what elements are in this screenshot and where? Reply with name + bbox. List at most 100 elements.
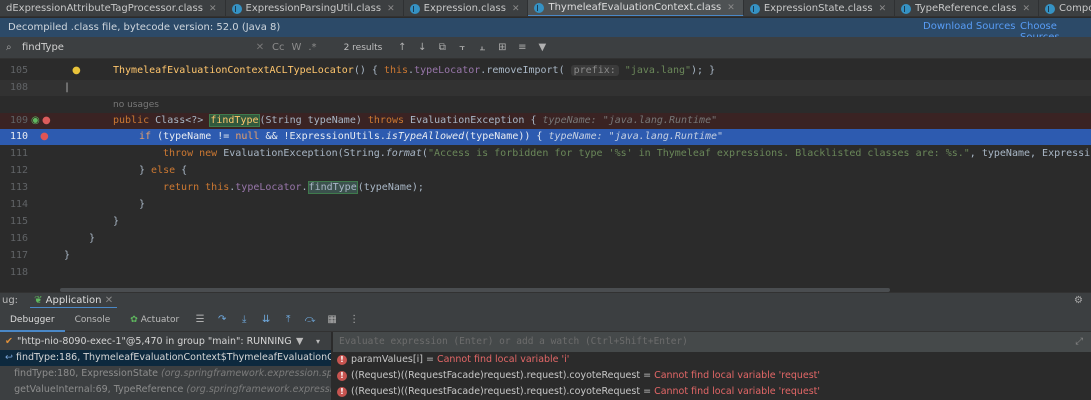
error-icon: !: [337, 355, 347, 365]
code-line: no usages: [0, 97, 1091, 113]
filter-icon[interactable]: ▼: [534, 41, 550, 55]
close-icon[interactable]: ✕: [879, 4, 887, 14]
tab-label: TypeReference.class: [915, 3, 1017, 14]
close-icon[interactable]: ✕: [105, 295, 113, 306]
whole-words-toggle[interactable]: W: [291, 42, 301, 53]
in-selection-icon[interactable]: ≡: [514, 41, 530, 55]
line-number: 110: [9, 131, 28, 142]
tab-label: Expression.class: [423, 3, 506, 14]
actuator-icon: ✿: [130, 314, 138, 325]
line-number: 115: [9, 216, 28, 227]
open-in-window-icon[interactable]: ⧉: [434, 41, 450, 55]
close-icon[interactable]: ✕: [387, 4, 395, 14]
evaluate-expression-icon[interactable]: ▦: [323, 313, 341, 327]
line-number: 108: [9, 82, 28, 93]
select-all-occurrences-icon[interactable]: ⊞: [494, 41, 510, 55]
variables-panel: Evaluate expression (Enter) or add a wat…: [333, 332, 1091, 400]
evaluate-expression-input[interactable]: Evaluate expression (Enter) or add a wat…: [333, 332, 1091, 352]
stack-frame[interactable]: getValueInternal:69, TypeReference (org.…: [0, 382, 331, 398]
line-number: 113: [9, 182, 28, 193]
debug-toolbar: Debugger Console ✿ Actuator ☰ ↷ ⤓ ⇊ ⤒ ⤼ …: [0, 308, 1091, 332]
tab-label: ExpressionState.class: [763, 3, 873, 14]
code-text: if (typeName != null && !ExpressionUtils…: [139, 131, 724, 142]
expand-icon[interactable]: ⤢: [1075, 332, 1083, 352]
force-step-into-icon[interactable]: ⇊: [257, 313, 275, 327]
chevron-down-icon[interactable]: ▾: [316, 337, 320, 346]
line-number: 114: [9, 199, 28, 210]
tab-thymeleaf-evaluation-context[interactable]: ThymeleafEvaluationContext.class ✕: [528, 0, 744, 16]
step-out-icon[interactable]: ⤒: [279, 313, 297, 327]
thread-selector[interactable]: ✔ "http-nio-8090-exec-1"@5,470 in group …: [0, 332, 331, 350]
code-text: } else {: [139, 165, 188, 176]
find-bar: ⌕ findType ✕ Cc W .* 2 results ↑ ↓ ⧉ ⫟ ⫠…: [0, 37, 1091, 59]
stack-frame[interactable]: ↩ findType:186, ThymeleafEvaluationConte…: [0, 350, 331, 366]
code-line: 111 throw new EvaluationException(String…: [0, 146, 1091, 162]
code-line-execution-point: 110 ● if (typeName != null && !Expressio…: [0, 129, 1091, 145]
stack-frame[interactable]: findType:180, ExpressionState (org.sprin…: [0, 366, 331, 382]
code-text: ThymeleafEvaluationContextACLTypeLocator…: [113, 65, 716, 76]
code-line: 113 return this.typeLocator.findType(typ…: [0, 180, 1091, 196]
watch-item[interactable]: ! paramValues[i] = Cannot find local vari…: [333, 352, 1091, 368]
filter-icon[interactable]: ▼: [296, 336, 303, 347]
breakpoint-icon[interactable]: ●: [40, 129, 49, 145]
usages-hint: no usages: [113, 100, 159, 110]
close-icon[interactable]: ✕: [1022, 4, 1030, 14]
code-text: }: [89, 233, 96, 244]
tab-expression[interactable]: Expression.class ✕: [404, 0, 529, 16]
search-icon[interactable]: ⌕: [6, 42, 18, 53]
line-number: 105: [9, 65, 28, 76]
tab-debugger[interactable]: Debugger: [0, 308, 65, 332]
code-line: 116 }: [0, 231, 1091, 247]
close-icon[interactable]: ✕: [727, 3, 735, 13]
code-text: }: [113, 216, 120, 227]
class-icon: [534, 2, 545, 13]
gear-icon[interactable]: ⚙: [1074, 295, 1083, 306]
lightbulb-icon[interactable]: ●: [72, 63, 81, 79]
step-into-icon[interactable]: ⤓: [235, 313, 253, 327]
watch-item[interactable]: ! ((Request)((RequestFacade)request).requ…: [333, 384, 1091, 400]
previous-occurrence-icon[interactable]: ↑: [394, 41, 410, 55]
download-sources-link[interactable]: Download Sources: [923, 21, 1015, 32]
run-to-cursor-icon[interactable]: ⤼: [301, 313, 319, 327]
tab-compound-expression[interactable]: CompoundExpression.class✕: [1039, 0, 1091, 16]
debug-tool-window-header: ug: ❦ Application ✕ ⚙: [0, 292, 1091, 309]
step-over-icon[interactable]: ↷: [213, 313, 231, 327]
code-text: throw new EvaluationException(String.for…: [163, 148, 1091, 159]
close-icon[interactable]: ✕: [512, 4, 520, 14]
remove-occurrence-icon[interactable]: ⫠: [474, 41, 490, 55]
decompiled-message: Decompiled .class file, bytecode version…: [8, 22, 281, 33]
search-input[interactable]: findType: [22, 42, 252, 53]
frames-panel: ✔ "http-nio-8090-exec-1"@5,470 in group …: [0, 332, 332, 400]
more-icon[interactable]: ⋮: [345, 313, 363, 327]
thread-label: "http-nio-8090-exec-1"@5,470 in group "m…: [16, 335, 292, 347]
tab-label: ExpressionParsingUtil.class: [245, 3, 382, 14]
line-number: 118: [9, 267, 28, 278]
watch-item[interactable]: ! ((Request)((RequestFacade)request).requ…: [333, 368, 1091, 384]
tab-console[interactable]: Console: [65, 308, 121, 332]
code-line: 117 }: [0, 248, 1091, 264]
tab-actuator[interactable]: ✿ Actuator: [120, 308, 189, 332]
match-case-toggle[interactable]: Cc: [272, 42, 284, 53]
clear-icon[interactable]: ✕: [252, 41, 268, 55]
code-line: 114 }: [0, 197, 1091, 213]
code-line: 108 |: [0, 80, 1091, 96]
menu-icon[interactable]: ☰: [191, 313, 209, 327]
code-editor[interactable]: 105 ● ThymeleafEvaluationContextACLTypeL…: [0, 59, 1091, 288]
tab-expression-parsing-util[interactable]: ExpressionParsingUtil.class ✕: [226, 0, 404, 16]
tab-expression-state[interactable]: ExpressionState.class ✕: [744, 0, 896, 16]
next-occurrence-icon[interactable]: ↓: [414, 41, 430, 55]
run-config-label: Application: [45, 294, 102, 306]
run-config-tab[interactable]: ❦ Application ✕: [30, 293, 118, 309]
editor-tab-bar: dExpressionAttributeTagProcessor.class ✕ …: [0, 0, 1091, 17]
class-icon: [901, 3, 912, 14]
close-icon[interactable]: ✕: [209, 4, 217, 14]
search-results-count: 2 results: [343, 42, 383, 53]
method-breakpoint-icon[interactable]: ◉: [31, 113, 40, 129]
check-icon: ✔: [5, 335, 13, 347]
tab-type-reference[interactable]: TypeReference.class ✕: [895, 0, 1039, 16]
regex-toggle[interactable]: .*: [308, 42, 316, 53]
add-occurrence-icon[interactable]: ⫟: [454, 41, 470, 55]
tab-attribute-tag-processor[interactable]: dExpressionAttributeTagProcessor.class ✕: [0, 0, 226, 16]
breakpoint-icon[interactable]: ●: [42, 113, 51, 129]
class-icon: [749, 3, 760, 14]
